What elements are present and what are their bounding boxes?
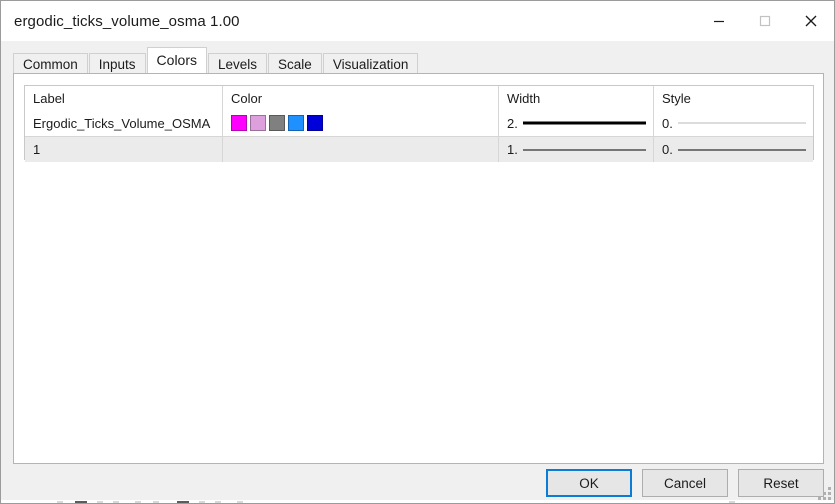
cell-color[interactable] [223, 110, 499, 136]
tab-scale[interactable]: Scale [268, 53, 322, 75]
column-header-style[interactable]: Style [654, 86, 813, 110]
maximize-button[interactable] [742, 1, 788, 41]
reset-button[interactable]: Reset [738, 469, 824, 497]
width-value: 2. [507, 115, 518, 131]
close-button[interactable] [788, 1, 834, 41]
resize-grip[interactable] [818, 487, 831, 500]
line-style-preview [678, 147, 806, 153]
button-row: OK Cancel Reset [546, 469, 824, 497]
column-header-width[interactable]: Width [499, 86, 654, 110]
table-row[interactable]: 1 1. 0. [25, 136, 813, 162]
cell-width[interactable]: 2. [499, 110, 654, 136]
color-swatch[interactable] [250, 115, 266, 131]
maximize-icon [759, 15, 771, 27]
window-title: ergodic_ticks_volume_osma 1.00 [14, 12, 240, 30]
tab-common[interactable]: Common [13, 53, 88, 75]
colors-table[interactable]: Label Color Width Style Ergodic_Ticks_Vo… [24, 85, 814, 162]
window-controls [696, 1, 834, 41]
close-icon [804, 14, 818, 28]
column-header-label[interactable]: Label [25, 86, 223, 110]
column-header-color[interactable]: Color [223, 86, 499, 110]
cell-style[interactable]: 0. [654, 110, 813, 136]
style-value: 0. [662, 115, 673, 131]
ok-button[interactable]: OK [546, 469, 632, 497]
color-swatch[interactable] [288, 115, 304, 131]
title-bar: ergodic_ticks_volume_osma 1.00 [1, 1, 834, 41]
line-width-preview [523, 120, 646, 126]
cell-width[interactable]: 1. [499, 137, 654, 162]
table-header-row: Label Color Width Style [25, 86, 813, 110]
color-swatch-list [231, 115, 323, 131]
minimize-button[interactable] [696, 1, 742, 41]
dialog-footer: OK Cancel Reset [1, 465, 834, 503]
color-swatch[interactable] [307, 115, 323, 131]
taskbar-sliver [1, 500, 834, 503]
table-row[interactable]: Ergodic_Ticks_Volume_OSMA 2. 0. [25, 110, 813, 136]
cell-color[interactable] [223, 137, 499, 162]
line-style-preview [678, 120, 806, 126]
tab-levels[interactable]: Levels [208, 53, 268, 75]
color-swatch[interactable] [269, 115, 285, 131]
cell-label[interactable]: Ergodic_Ticks_Volume_OSMA [25, 110, 223, 136]
line-width-preview [523, 147, 646, 153]
cancel-button[interactable]: Cancel [642, 469, 728, 497]
tab-inputs[interactable]: Inputs [88, 53, 146, 75]
color-swatch[interactable] [231, 115, 247, 131]
properties-dialog-window: ergodic_ticks_volume_osma 1.00 Common In… [0, 0, 835, 504]
tab-bar: Common Inputs Colors Levels Scale Visual… [1, 41, 834, 75]
cell-style[interactable]: 0. [654, 137, 813, 162]
width-value: 1. [507, 142, 518, 157]
style-value: 0. [662, 142, 673, 157]
cell-label[interactable]: 1 [25, 137, 223, 162]
minimize-icon [713, 15, 725, 27]
colors-tab-panel: Label Color Width Style Ergodic_Ticks_Vo… [13, 73, 824, 464]
tab-visualization[interactable]: Visualization [322, 53, 419, 75]
tab-colors[interactable]: Colors [146, 47, 208, 73]
